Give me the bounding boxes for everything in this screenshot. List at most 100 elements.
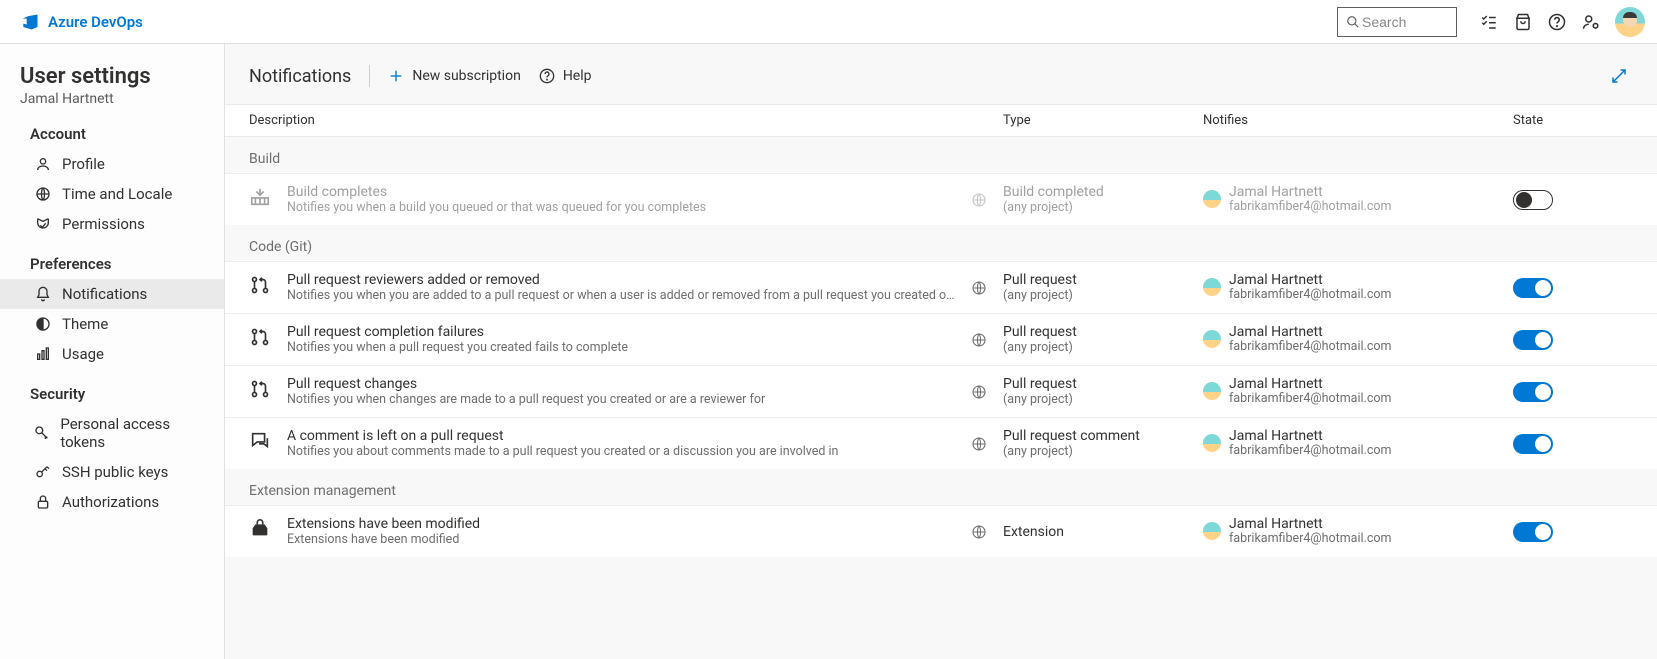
sidebar-item-usage[interactable]: Usage [0,339,224,369]
page-title: User settings [20,64,204,89]
subscription-desc: Notifies you when you are added to a pul… [287,288,955,303]
pull-request-icon [249,326,271,348]
nav-group-title: Preferences [30,255,204,273]
subscription-row[interactable]: Pull request changesNotifies you when ch… [225,365,1657,417]
content-title: Notifications [249,66,351,87]
sidebar-item-pat[interactable]: Personal access tokens [0,409,224,457]
pull-request-icon [249,274,271,296]
subscription-title: Build completes [287,184,955,200]
sidebar-item-label: Time and Locale [62,185,172,203]
comment-icon [249,430,271,452]
usage-icon [34,345,52,363]
sidebar-item-ssh[interactable]: SSH public keys [0,457,224,487]
subscription-type: Pull request [1003,324,1203,340]
state-toggle[interactable] [1513,330,1553,350]
subscription-row[interactable]: Build completesNotifies you when a build… [225,173,1657,225]
notifier-avatar [1203,382,1221,400]
globe-icon [971,436,987,452]
state-toggle[interactable] [1513,522,1553,542]
sidebar-item-profile[interactable]: Profile [0,149,224,179]
permissions-icon [34,215,52,233]
notifier-email: fabrikamfiber4@hotmail.com [1229,532,1391,546]
subscription-type: Build completed [1003,184,1203,200]
notifier-avatar [1203,330,1221,348]
user-name: Jamal Hartnett [20,91,204,107]
subscription-type: Pull request comment [1003,428,1203,444]
brand-label: Azure DevOps [48,13,143,31]
notifier-name: Jamal Hartnett [1229,377,1391,392]
user-settings-icon-button[interactable] [1575,6,1607,38]
sidebar-item-label: SSH public keys [62,463,168,481]
new-subscription-button[interactable]: New subscription [388,68,520,84]
sidebar-item-theme[interactable]: Theme [0,309,224,339]
subscription-row[interactable]: A comment is left on a pull requestNotif… [225,417,1657,469]
subscription-row[interactable]: Pull request completion failuresNotifies… [225,313,1657,365]
globe-icon [971,280,987,296]
sidebar-item-label: Notifications [62,285,147,303]
theme-icon [34,315,52,333]
table-header: Description Type Notifies State [225,104,1657,137]
sidebar-item-label: Authorizations [62,493,159,511]
global-search[interactable] [1337,7,1457,37]
shopping-bag-icon [1514,13,1532,31]
subscription-type-scope: (any project) [1003,340,1203,355]
main: Notifications New subscription Help Desc… [225,44,1657,659]
subscription-type: Pull request [1003,272,1203,288]
col-notifies: Notifies [1203,113,1513,128]
subscription-type-scope: (any project) [1003,200,1203,215]
notifier-name: Jamal Hartnett [1229,273,1391,288]
content-header: Notifications New subscription Help [225,44,1657,104]
subscription-desc: Notifies you when a build you queued or … [287,200,955,215]
subscription-title: Pull request completion failures [287,324,955,340]
search-input[interactable] [1360,13,1430,31]
state-toggle[interactable] [1513,278,1553,298]
subscription-title: Pull request changes [287,376,955,392]
sidebar-item-time-locale[interactable]: Time and Locale [0,179,224,209]
group-label: Build [225,137,1657,173]
profile-icon [34,155,52,173]
subscription-type: Extension [1003,524,1203,540]
notifier-name: Jamal Hartnett [1229,325,1391,340]
subscription-desc: Notifies you about comments made to a pu… [287,444,955,459]
marketplace-icon-button[interactable] [1507,6,1539,38]
help-label: Help [563,68,592,84]
group-label: Code (Git) [225,225,1657,261]
sidebar-item-permissions[interactable]: Permissions [0,209,224,239]
subscription-row[interactable]: Extensions have been modifiedExtensions … [225,505,1657,557]
subscription-desc: Extensions have been modified [287,532,955,547]
work-items-icon-button[interactable] [1473,6,1505,38]
state-toggle[interactable] [1513,434,1553,454]
pull-request-icon [249,378,271,400]
user-avatar[interactable] [1615,7,1645,37]
subscription-desc: Notifies you when a pull request you cre… [287,340,955,355]
globe-icon [971,332,987,348]
subscription-type-scope: (any project) [1003,288,1203,303]
time-locale-icon [34,185,52,203]
globe-icon [971,524,987,540]
expand-icon [1610,67,1628,85]
col-type: Type [1003,113,1203,128]
fullscreen-button[interactable] [1605,62,1633,90]
subscription-row[interactable]: Pull request reviewers added or removedN… [225,261,1657,313]
sidebar-item-notifications[interactable]: Notifications [0,279,224,309]
extension-icon [249,518,271,540]
sidebar: User settings Jamal Hartnett Account Prof… [0,44,225,659]
state-toggle[interactable] [1513,382,1553,402]
notifier-name: Jamal Hartnett [1229,517,1391,532]
sidebar-item-label: Theme [62,315,108,333]
sidebar-item-auth[interactable]: Authorizations [0,487,224,517]
state-toggle[interactable] [1513,190,1553,210]
globe-icon [971,384,987,400]
nav-group-title: Account [30,125,204,143]
ssh-icon [34,463,52,481]
help-circle-icon [1548,13,1566,31]
subscription-title: A comment is left on a pull request [287,428,955,444]
brand-home[interactable]: Azure DevOps [20,12,143,32]
person-gear-icon [1582,13,1600,31]
help-icon-button[interactable] [1541,6,1573,38]
subscription-title: Pull request reviewers added or removed [287,272,955,288]
help-button[interactable]: Help [539,68,592,84]
notifier-email: fabrikamfiber4@hotmail.com [1229,444,1391,458]
azure-devops-logo-icon [20,12,40,32]
notifier-email: fabrikamfiber4@hotmail.com [1229,392,1391,406]
